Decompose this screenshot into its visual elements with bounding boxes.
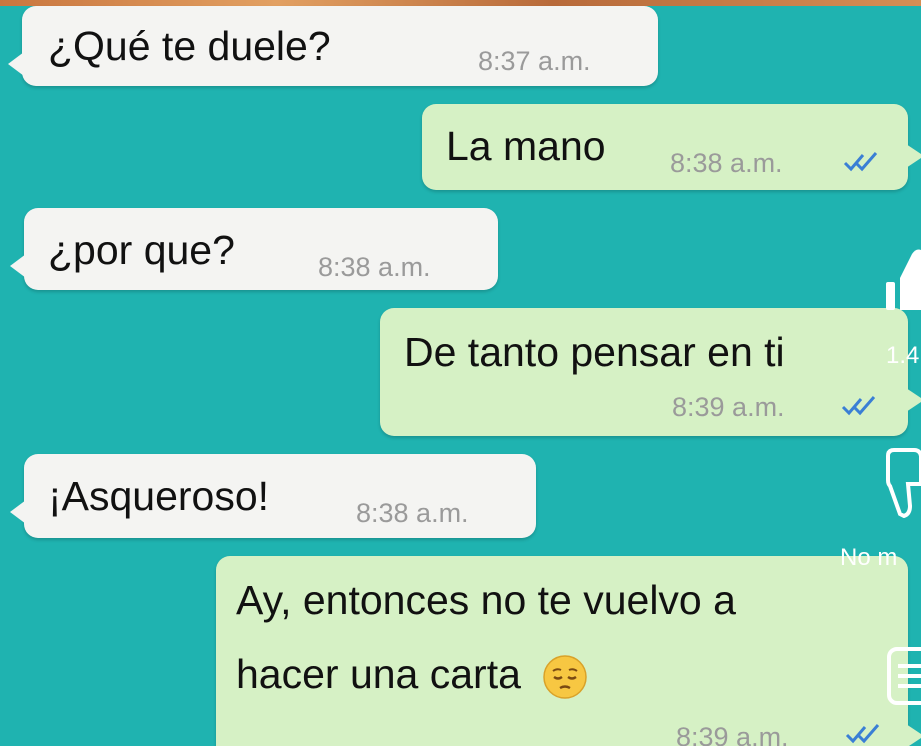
- thumbs-up-icon: [886, 249, 921, 310]
- message-text: ¿Qué te duele?: [48, 23, 331, 69]
- double-check-icon: [845, 724, 880, 744]
- incoming-message[interactable]: ¿por que? 8:38 a.m.: [10, 208, 498, 290]
- message-time: 8:38 a.m.: [356, 498, 469, 528]
- message-text: La mano: [446, 123, 606, 169]
- dislike-button[interactable]: [884, 444, 921, 519]
- double-check-icon: [843, 152, 878, 172]
- outgoing-message[interactable]: Ay, entonces no te vuelvo a hacer una ca…: [216, 556, 921, 746]
- bubble-tail: [10, 254, 26, 278]
- message-text: ¿por que?: [48, 227, 235, 273]
- like-button[interactable]: [884, 244, 921, 312]
- pensive-face-emoji: [542, 654, 588, 700]
- bubble-tail: [8, 52, 24, 76]
- message-text-line: Ay, entonces no te vuelvo a: [236, 577, 736, 623]
- incoming-message[interactable]: ¿Qué te duele? 8:37 a.m.: [8, 6, 658, 86]
- double-check-icon: [841, 396, 876, 416]
- like-count: 1.4: [886, 342, 920, 369]
- message-text-line-content: hacer una carta: [236, 651, 521, 697]
- menu-icon: [887, 647, 921, 705]
- bubble-tail: [906, 724, 921, 746]
- bubble-tail: [906, 144, 921, 168]
- bubble-tail: [10, 500, 26, 524]
- message-time: 8:38 a.m.: [318, 252, 431, 282]
- message-time: 8:39 a.m.: [672, 392, 785, 422]
- bubble-tail: [906, 388, 921, 412]
- chat-conversation: ¿Qué te duele? 8:37 a.m. La mano 8:38 a.…: [0, 0, 921, 746]
- dislike-label: No m: [840, 544, 898, 571]
- message-text-line: hacer una carta: [236, 654, 588, 700]
- outgoing-message[interactable]: La mano 8:38 a.m.: [422, 104, 921, 190]
- message-time: 8:38 a.m.: [670, 148, 783, 178]
- message-time: 8:37 a.m.: [478, 46, 591, 76]
- thumbs-down-icon: [886, 448, 921, 519]
- menu-button[interactable]: [886, 646, 921, 706]
- outgoing-message[interactable]: De tanto pensar en ti 8:39 a.m.: [380, 308, 921, 436]
- message-text: De tanto pensar en ti: [404, 329, 785, 375]
- message-text: ¡Asqueroso!: [48, 473, 270, 519]
- incoming-message[interactable]: ¡Asqueroso! 8:38 a.m.: [10, 454, 536, 538]
- message-time: 8:39 a.m.: [676, 722, 789, 746]
